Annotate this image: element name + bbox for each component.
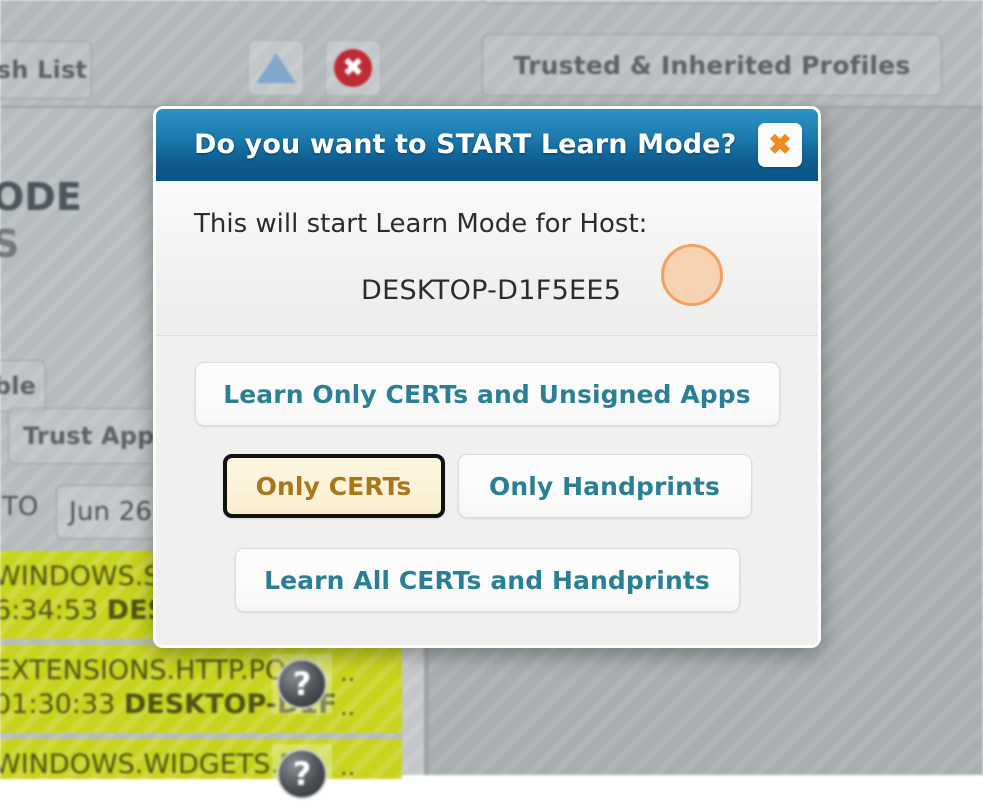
to-label: TO: [2, 492, 38, 522]
log-row-ellipsis: ..: [340, 659, 355, 687]
log-row-name: EXTENSIONS.HTTP.PO: [0, 655, 286, 686]
triangle-up-icon: [256, 53, 296, 83]
log-row[interactable]: WINDOWS.WIDGETS.P ..: [0, 739, 402, 779]
log-row-name: WINDOWS.S: [0, 561, 160, 592]
help-button[interactable]: ?: [272, 654, 332, 714]
log-row-detail: 6:34:53 DESI: [0, 595, 177, 626]
only-handprints-button[interactable]: Only Handprints: [458, 454, 752, 518]
dialog-message-area: This will start Learn Mode for Host: DES…: [156, 181, 818, 336]
log-row-time: 6:34:53: [0, 595, 107, 626]
dialog-host-name: DESKTOP-D1F5EE5: [361, 275, 621, 306]
move-up-button[interactable]: [248, 40, 304, 96]
question-mark-icon: ?: [277, 749, 327, 799]
start-learn-mode-dialog: Do you want to START Learn Mode? ✖ This …: [153, 106, 821, 648]
delete-button[interactable]: ✖: [325, 40, 381, 96]
dialog-close-button[interactable]: ✖: [758, 123, 802, 167]
enable-button[interactable]: ble: [0, 360, 46, 412]
help-button[interactable]: ?: [272, 744, 332, 804]
only-certs-button[interactable]: Only CERTs: [223, 454, 445, 518]
log-row-time: 01:30:33: [0, 689, 124, 720]
log-row[interactable]: EXTENSIONS.HTTP.PO 01:30:33 DESKTOP-D1F …: [0, 645, 402, 733]
trusted-inherited-profiles-button[interactable]: Trusted & Inherited Profiles: [482, 34, 942, 96]
delete-circle-icon: ✖: [334, 49, 372, 87]
background-button-partial[interactable]: [482, 0, 942, 4]
learn-mode-subheading: S: [0, 222, 19, 266]
close-icon: ✖: [768, 131, 791, 159]
learn-only-certs-and-unsigned-apps-button[interactable]: Learn Only CERTs and Unsigned Apps: [195, 362, 780, 426]
dialog-button-row: Only CERTs Only Handprints: [223, 454, 752, 518]
dialog-button-panel: Learn Only CERTs and Unsigned Apps Only …: [156, 336, 818, 645]
learn-mode-heading: ODE: [0, 175, 82, 219]
cursor-highlight-indicator: [661, 244, 723, 306]
dialog-title: Do you want to START Learn Mode?: [194, 129, 736, 160]
question-mark-icon: ?: [277, 659, 327, 709]
log-row-ellipsis: ..: [340, 753, 355, 779]
log-row-ellipsis: ..: [340, 693, 355, 721]
learn-all-certs-and-handprints-button[interactable]: Learn All CERTs and Handprints: [235, 548, 740, 612]
hash-list-button[interactable]: sh List: [0, 41, 92, 99]
dialog-message-text: This will start Learn Mode for Host:: [194, 209, 647, 239]
dialog-titlebar: Do you want to START Learn Mode? ✖: [156, 109, 818, 181]
